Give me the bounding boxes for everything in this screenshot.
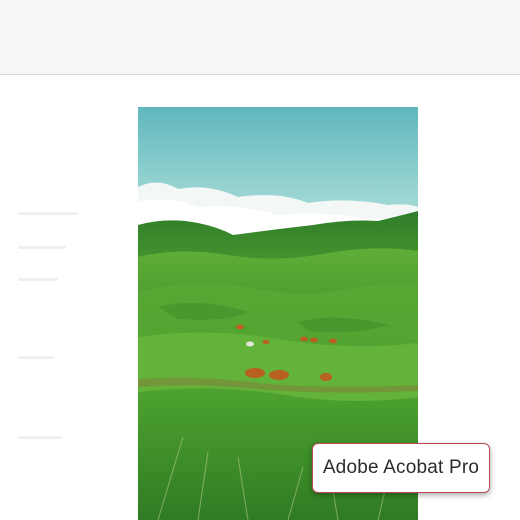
app-name-badge: Adobe Acobat Pro [312, 443, 490, 493]
faint-line [18, 436, 62, 439]
faint-line [18, 278, 58, 281]
faint-line [18, 246, 66, 249]
faint-line [18, 212, 78, 215]
faint-line [18, 356, 54, 359]
top-bar [0, 0, 520, 75]
